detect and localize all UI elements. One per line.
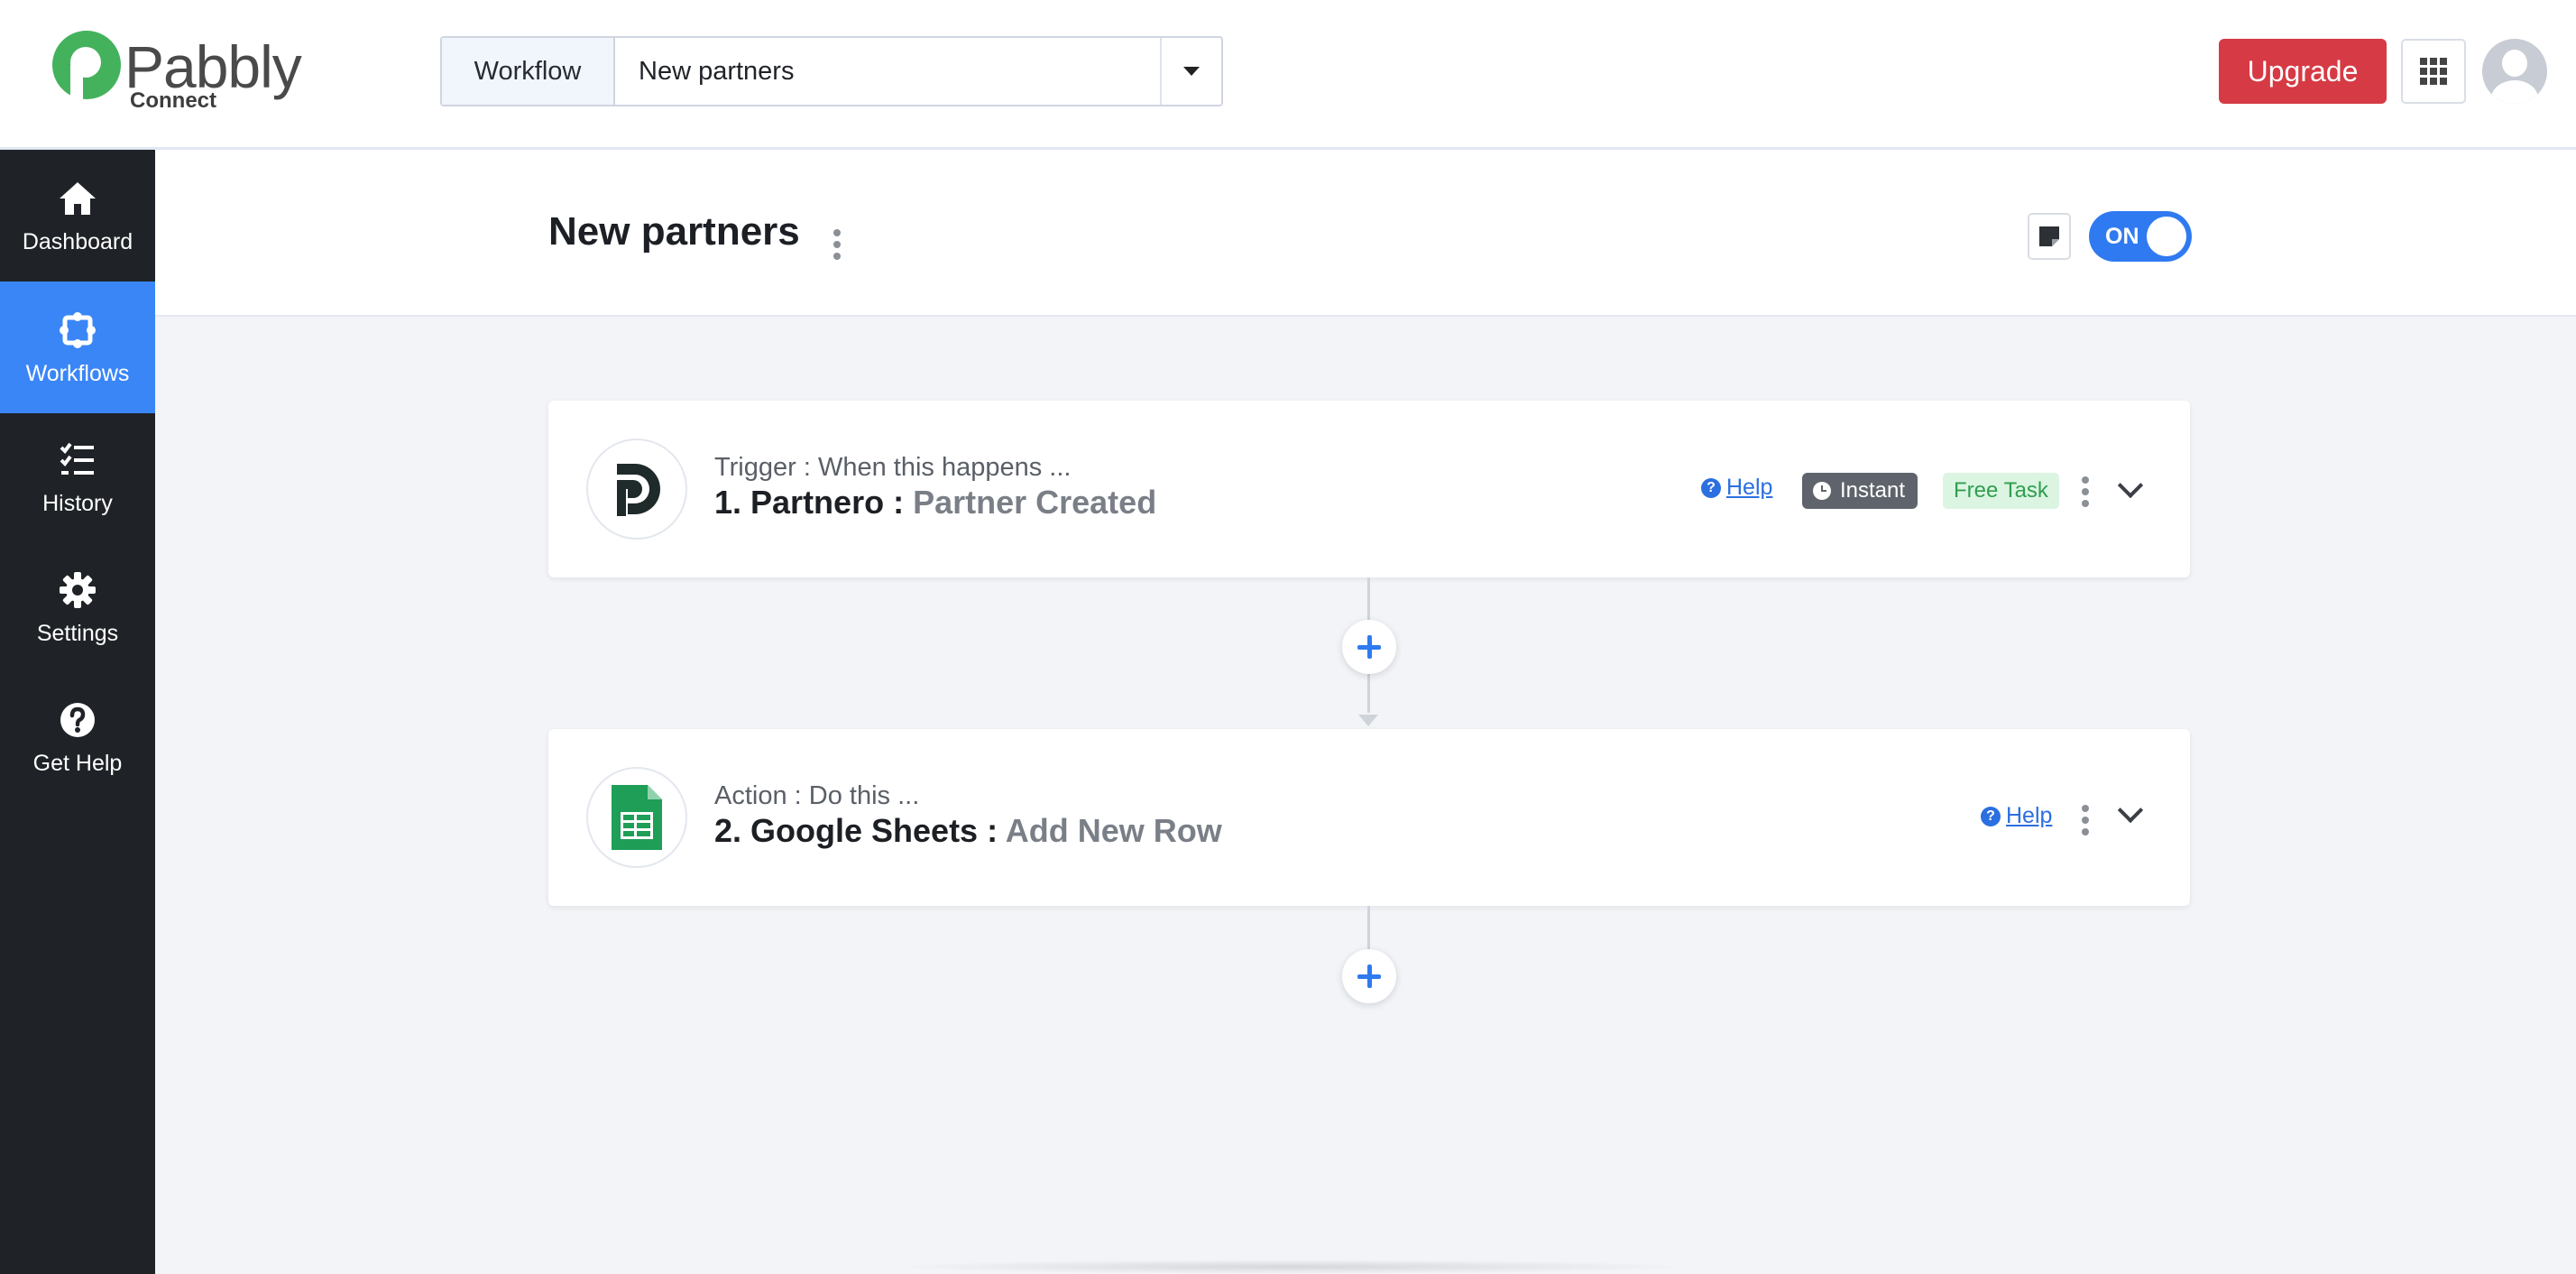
workflow-status-toggle[interactable]: ON bbox=[2089, 211, 2192, 262]
help-link-label[interactable]: Help bbox=[1726, 475, 1772, 501]
kebab-menu-icon[interactable] bbox=[833, 229, 841, 260]
sidebar-item-label: History bbox=[42, 490, 113, 516]
sidebar-item-dashboard[interactable]: Dashboard bbox=[0, 150, 155, 282]
chevron-down-icon[interactable] bbox=[2117, 472, 2144, 499]
help-link[interactable]: ? Help bbox=[1701, 475, 1772, 501]
question-circle-icon: ? bbox=[1701, 477, 1721, 498]
step-kebab-menu-icon[interactable] bbox=[2082, 805, 2089, 835]
sidebar-item-label: Settings bbox=[36, 620, 119, 646]
workflow-icon bbox=[60, 311, 96, 348]
upgrade-button[interactable]: Upgrade bbox=[2219, 39, 2387, 104]
instant-badge-label: Instant bbox=[1840, 478, 1906, 503]
apps-grid-button[interactable] bbox=[2401, 39, 2466, 104]
note-icon bbox=[2039, 226, 2059, 246]
sidebar-item-get-help[interactable]: Get Help bbox=[0, 671, 155, 803]
caret-down-icon[interactable] bbox=[1160, 38, 1221, 105]
gear-icon bbox=[60, 571, 96, 608]
toggle-label: ON bbox=[2105, 224, 2139, 249]
user-avatar[interactable] bbox=[2482, 39, 2547, 104]
step-app-name: 1. Partnero : bbox=[714, 484, 905, 521]
free-task-badge: Free Task bbox=[1943, 473, 2059, 509]
sidebar: Dashboard Workflows History Settings Get… bbox=[0, 150, 155, 1274]
sidebar-item-label: Dashboard bbox=[22, 228, 133, 254]
step-app-name: 2. Google Sheets : bbox=[714, 812, 998, 849]
instant-badge: Instant bbox=[1802, 473, 1918, 509]
pabbly-connect-logo[interactable]: Pabbly Connect bbox=[52, 27, 314, 117]
pabbly-logo-icon bbox=[52, 31, 121, 99]
home-icon bbox=[60, 181, 96, 215]
chevron-down-icon[interactable] bbox=[2117, 797, 2144, 824]
step-event-name: Partner Created bbox=[913, 484, 1157, 521]
workflow-selector-label: Workflow bbox=[442, 38, 615, 105]
sidebar-item-settings[interactable]: Settings bbox=[0, 541, 155, 673]
workflow-title[interactable]: New partners bbox=[548, 209, 800, 254]
grid-icon bbox=[2420, 58, 2447, 85]
step-kebab-menu-icon[interactable] bbox=[2082, 476, 2089, 507]
sidebar-item-workflows[interactable]: Workflows bbox=[0, 282, 155, 413]
arrow-down-icon bbox=[1358, 715, 1378, 726]
brand-product: Connect bbox=[130, 88, 216, 113]
partnero-logo-icon bbox=[586, 439, 687, 540]
step-kind-label: Action : Do this ... bbox=[714, 781, 920, 810]
action-step-card[interactable]: Action : Do this ... 2. Google Sheets : … bbox=[548, 729, 2190, 906]
step-event-name: Add New Row bbox=[1005, 812, 1222, 849]
notes-button[interactable] bbox=[2028, 213, 2071, 260]
help-link[interactable]: ? Help bbox=[1981, 803, 2052, 829]
add-step-button[interactable] bbox=[1342, 620, 1396, 674]
clock-icon bbox=[1813, 482, 1831, 500]
step-kind-label: Trigger : When this happens ... bbox=[714, 453, 1072, 482]
trigger-step-card[interactable]: Trigger : When this happens ... 1. Partn… bbox=[548, 401, 2190, 577]
add-step-button[interactable] bbox=[1342, 949, 1396, 1003]
sidebar-item-label: Get Help bbox=[32, 750, 123, 776]
bottom-shadow bbox=[884, 1260, 1696, 1274]
google-sheets-icon bbox=[586, 767, 687, 868]
workflow-selector-value[interactable]: New partners bbox=[615, 38, 1160, 105]
help-link-label[interactable]: Help bbox=[2006, 803, 2052, 829]
top-header: Pabbly Connect Workflow New partners Upg… bbox=[0, 0, 2576, 150]
workflow-selector[interactable]: Workflow New partners bbox=[440, 36, 1223, 106]
list-check-icon bbox=[60, 442, 94, 475]
toggle-knob bbox=[2147, 217, 2186, 256]
workflow-title-bar: New partners ON bbox=[155, 150, 2576, 317]
step-title: 2. Google Sheets : Add New Row bbox=[714, 812, 1222, 850]
sidebar-item-label: Workflows bbox=[25, 360, 130, 386]
step-title: 1. Partnero : Partner Created bbox=[714, 484, 1156, 522]
sidebar-item-history[interactable]: History bbox=[0, 411, 155, 543]
question-circle-icon bbox=[60, 702, 95, 737]
question-circle-icon: ? bbox=[1981, 806, 2001, 826]
